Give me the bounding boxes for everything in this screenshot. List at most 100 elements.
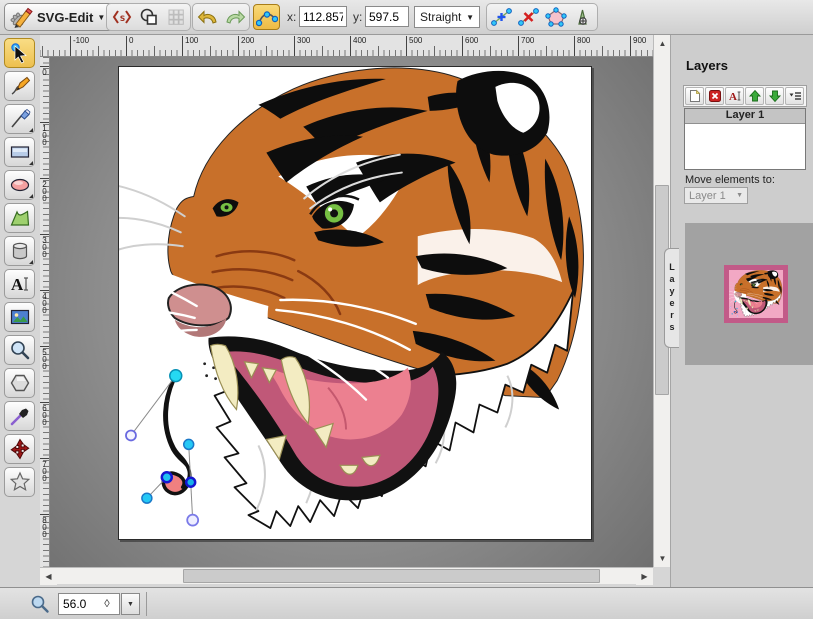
scroll-right-button[interactable]: ▶ xyxy=(636,568,653,585)
move-layer-up-button[interactable] xyxy=(745,87,764,105)
tool-pencil[interactable] xyxy=(4,71,35,101)
open-path-icon xyxy=(545,7,567,27)
undo-icon xyxy=(197,7,219,27)
y-label: y: xyxy=(353,10,362,24)
tool-select[interactable] xyxy=(4,38,35,68)
scroll-down-button[interactable]: ▼ xyxy=(654,550,671,567)
zoom-magnifier-icon xyxy=(30,594,50,614)
ruler-label: 0 xyxy=(126,36,133,56)
rename-layer-button[interactable]: A xyxy=(725,87,744,105)
ruler-label: 500 xyxy=(406,36,422,56)
zoom-spinner[interactable]: ◊ xyxy=(99,598,115,610)
make-link-button[interactable] xyxy=(570,5,595,29)
tool-star[interactable] xyxy=(4,467,35,497)
new-layer-button[interactable] xyxy=(685,87,704,105)
tool-zoom[interactable] xyxy=(4,335,35,365)
layer-menu-button[interactable] xyxy=(785,87,804,105)
delete-layer-button[interactable] xyxy=(705,87,724,105)
zoom-level-input[interactable] xyxy=(59,597,99,611)
horizontal-scrollbar[interactable]: ◀ ▶ xyxy=(40,567,653,584)
svg-text:A: A xyxy=(11,275,24,294)
star-icon xyxy=(9,471,31,493)
x-input[interactable] xyxy=(299,6,347,27)
chevron-down-icon: ▼ xyxy=(97,13,105,22)
zoom-preset-dropdown[interactable]: ▼ xyxy=(121,593,140,615)
history-button-group xyxy=(192,3,250,31)
ruler-label: 400 xyxy=(350,36,366,56)
horizontal-scroll-thumb[interactable] xyxy=(183,569,600,583)
segment-type-value: Straight xyxy=(420,10,461,24)
layer-thumbnail-art xyxy=(729,270,783,318)
grid-icon xyxy=(166,7,186,27)
ruler-label: 700 xyxy=(40,458,49,481)
layer-thumbnail xyxy=(724,265,788,323)
grid-button[interactable] xyxy=(163,5,188,29)
edit-node-icon xyxy=(256,7,278,27)
ruler-label: 600 xyxy=(462,36,478,56)
ruler-label: 600 xyxy=(40,402,49,425)
svg-text:A: A xyxy=(729,91,737,103)
move-elements-label: Move elements to: xyxy=(685,174,775,186)
tool-shape-library[interactable] xyxy=(4,236,35,266)
tool-ellipse[interactable] xyxy=(4,170,35,200)
hexagon-icon xyxy=(9,372,31,394)
status-bar: ◊ ▼ xyxy=(0,587,813,619)
move-target-value: Layer 1 xyxy=(689,190,726,202)
source-editor-button[interactable]: s xyxy=(109,5,134,29)
tool-eyedropper[interactable] xyxy=(4,401,35,431)
make-link-icon xyxy=(572,7,594,27)
move-layer-down-button[interactable] xyxy=(765,87,784,105)
delete-node-button[interactable] xyxy=(516,5,541,29)
edit-node-mode-button[interactable] xyxy=(253,4,280,30)
arrow-up-icon xyxy=(748,89,762,103)
svgedit-logo-icon xyxy=(9,5,33,29)
tool-image[interactable] xyxy=(4,302,35,332)
layer-preview-area xyxy=(685,223,813,365)
layer-button-row: A xyxy=(683,85,807,107)
ruler-label: 200 xyxy=(238,36,254,56)
divider xyxy=(146,592,147,616)
chevron-down-icon: ▼ xyxy=(736,192,743,199)
ruler-label: 200 xyxy=(40,178,49,201)
tool-text[interactable]: A xyxy=(4,269,35,299)
add-node-icon xyxy=(491,7,513,27)
new-page-icon xyxy=(688,89,702,103)
scroll-left-button[interactable]: ◀ xyxy=(40,568,57,585)
move-target-select[interactable]: Layer 1 ▼ xyxy=(684,187,748,204)
line-icon xyxy=(9,108,31,130)
redo-button[interactable] xyxy=(222,5,247,29)
red-arrows-icon xyxy=(9,438,31,460)
ruler-label: 100 xyxy=(182,36,198,56)
delete-node-icon xyxy=(518,7,540,27)
segment-type-select[interactable]: Straight ▼ xyxy=(414,6,480,28)
tool-rectangle[interactable] xyxy=(4,137,35,167)
menu-caret-icon xyxy=(788,89,802,103)
ruler-label: 900 xyxy=(630,36,646,56)
arrow-down-icon xyxy=(768,89,782,103)
layer-row[interactable]: Layer 1 xyxy=(685,109,805,124)
pencil-icon xyxy=(9,75,31,97)
chevron-down-icon: ▼ xyxy=(466,13,474,22)
ruler-label: 800 xyxy=(574,36,590,56)
shapes-button[interactable] xyxy=(136,5,161,29)
tool-path[interactable] xyxy=(4,203,35,233)
tool-line[interactable] xyxy=(4,104,35,134)
scroll-up-button[interactable]: ▲ xyxy=(654,35,671,52)
tool-polygon[interactable] xyxy=(4,368,35,398)
svg-canvas[interactable] xyxy=(118,66,592,540)
app-menu-button[interactable]: SVG-Edit ▼ xyxy=(4,3,114,31)
ruler-label: 800 xyxy=(40,514,49,537)
shapes-icon xyxy=(139,7,159,27)
path-icon xyxy=(9,207,31,229)
y-input[interactable] xyxy=(365,6,409,27)
undo-button[interactable] xyxy=(195,5,220,29)
ruler-label: 100 xyxy=(40,122,49,145)
tool-offset[interactable] xyxy=(4,434,35,464)
workspace[interactable] xyxy=(50,57,653,567)
add-node-button[interactable] xyxy=(489,5,514,29)
open-path-button[interactable] xyxy=(543,5,568,29)
cylinder-icon xyxy=(9,240,31,262)
layers-collapse-tab[interactable]: Layers xyxy=(664,248,679,348)
source-code-icon: s xyxy=(112,7,132,27)
left-toolbar: A xyxy=(0,35,40,587)
